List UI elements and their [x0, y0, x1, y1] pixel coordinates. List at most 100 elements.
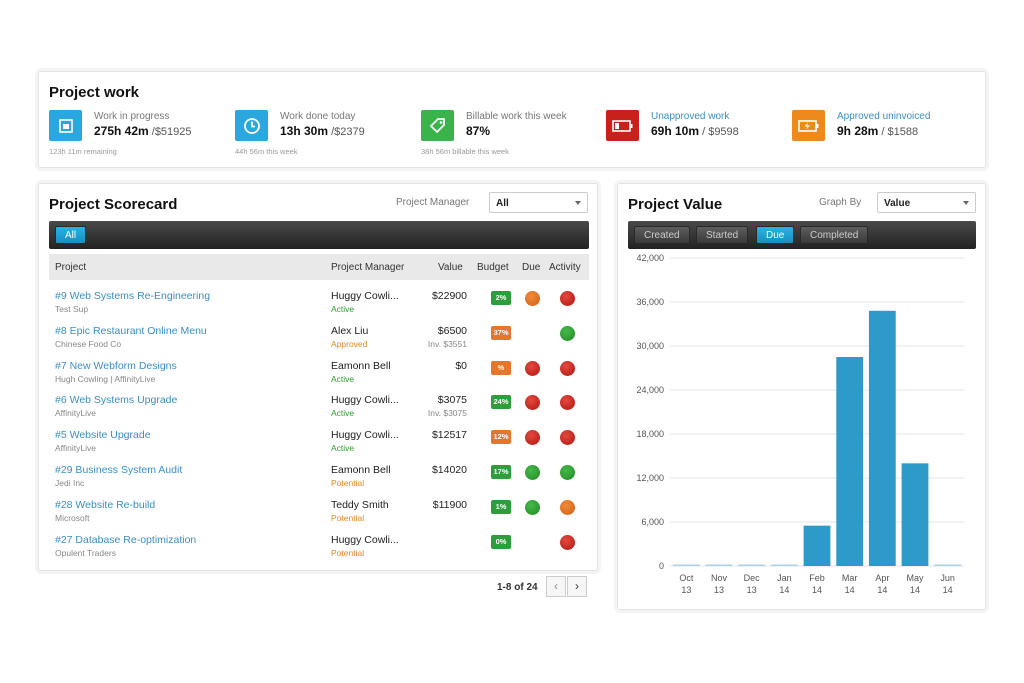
x-tick-label: 14 [910, 585, 920, 595]
metric-work-done-today: Work done today 13h 30m /$2379 44h 56m thi… [235, 110, 415, 160]
table-row: #27 Database Re-optimization Opulent Trad… [49, 532, 589, 567]
header-budget[interactable]: Budget [477, 262, 509, 273]
y-tick-label: 42,000 [636, 253, 664, 263]
y-tick-label: 6,000 [641, 517, 664, 527]
project-link[interactable]: #28 Website Re-build [55, 499, 155, 511]
metric-value: 9h 28m / $1588 [837, 124, 919, 138]
project-link[interactable]: #8 Epic Restaurant Online Menu [55, 325, 207, 337]
project-manager-name: Huggy Cowli... [331, 533, 399, 546]
project-status: Active [331, 408, 355, 419]
project-client: AffinityLive [55, 408, 96, 419]
project-value-chart: 0 6,000 12,000 18,000 24,000 30,000 36,000 42,0… [636, 253, 964, 595]
activity-indicator-icon [560, 360, 575, 376]
project-client: Hugh Cowling | AffinityLive [55, 373, 156, 384]
chart-bar[interactable] [868, 310, 896, 566]
project-value: $14020 [431, 464, 467, 476]
project-client: Chinese Food Co [55, 338, 122, 349]
project-link[interactable]: #29 Business System Audit [55, 464, 182, 476]
graph-by-label: Graph By [819, 197, 862, 208]
filter-tab-all[interactable]: All [55, 226, 87, 244]
project-work-panel: Project work Work in progress 275h 42m /$… [38, 71, 986, 168]
project-link[interactable]: #5 Website Upgrade [55, 429, 151, 441]
chart-bar[interactable] [705, 564, 733, 567]
activity-indicator-icon [560, 395, 575, 411]
budget-badge: 24% [491, 395, 511, 410]
project-work-title: Project work [49, 84, 140, 101]
pagination-prev-button[interactable]: ‹ [546, 576, 566, 597]
scorecard-table-header: Project Project Manager Value Budget Due… [49, 254, 589, 280]
project-manager-select[interactable]: All [489, 192, 588, 213]
metric-label[interactable]: Unapproved work [651, 111, 729, 122]
project-link[interactable]: #7 New Webform Designs [55, 360, 177, 372]
table-row: #28 Website Re-build Microsoft Teddy Smith… [49, 497, 589, 532]
scorecard-filter-bar: All [49, 221, 589, 249]
chart-bar[interactable] [836, 357, 864, 566]
metric-label[interactable]: Approved uninvoiced [837, 111, 930, 122]
graph-tab-created[interactable]: Created [634, 226, 690, 244]
budget-badge: 2% [491, 291, 511, 305]
chart-bar[interactable] [803, 525, 831, 566]
header-project-manager[interactable]: Project Manager [331, 262, 404, 273]
metric-value: 13h 30m /$2379 [280, 124, 365, 138]
project-manager-select-value: All [496, 198, 509, 209]
chart-bar[interactable] [934, 564, 962, 567]
project-manager-name: Huggy Cowli... [331, 394, 399, 407]
x-tick-label: Feb [809, 573, 825, 583]
calendar-icon [49, 110, 82, 141]
graph-tab-started[interactable]: Started [696, 226, 749, 244]
activity-indicator-icon [560, 499, 575, 515]
header-due[interactable]: Due [522, 262, 540, 273]
chart-bar[interactable] [901, 463, 929, 566]
project-value: $22900 [431, 290, 467, 302]
project-status: Potential [331, 478, 365, 488]
y-tick-label: 24,000 [636, 385, 664, 395]
project-invoiced: Inv. $3075 [427, 408, 467, 419]
chart-bar[interactable] [770, 564, 798, 567]
metric-value: 275h 42m /$51925 [94, 124, 192, 138]
due-indicator-icon [525, 291, 540, 306]
project-link[interactable]: #6 Web Systems Upgrade [55, 394, 177, 406]
project-manager-name: Huggy Cowli... [331, 429, 399, 442]
header-activity[interactable]: Activity [549, 262, 581, 273]
project-scorecard-panel: Project Scorecard Project Manager All Al… [38, 183, 598, 571]
y-tick-label: 30,000 [636, 341, 664, 351]
project-link[interactable]: #9 Web Systems Re-Engineering [55, 290, 210, 302]
project-link[interactable]: #27 Database Re-optimization [55, 534, 196, 546]
pagination-next-button[interactable]: › [567, 576, 587, 597]
table-row: #7 New Webform Designs Hugh Cowling | Aff… [49, 358, 589, 393]
x-tick-label: 14 [845, 585, 855, 595]
table-row: #5 Website Upgrade AffinityLive Huggy Cowl… [49, 427, 589, 462]
graph-tab-due[interactable]: Due [756, 226, 795, 244]
header-project[interactable]: Project [55, 262, 86, 273]
x-tick-label: 13 [681, 585, 691, 595]
project-value: $6500 [437, 324, 467, 337]
metric-value: 69h 10m / $9598 [651, 124, 739, 138]
metric-subtext: 44h 56m this week [235, 147, 298, 156]
x-tick-label: 14 [779, 585, 789, 595]
metric-value: 87% [466, 124, 491, 138]
budget-badge: 12% [491, 430, 511, 445]
metric-unapproved-work: Unapproved work 69h 10m / $9598 [606, 110, 786, 160]
chart-bar[interactable] [738, 564, 766, 567]
due-indicator-icon [525, 395, 540, 411]
due-indicator-icon [525, 430, 540, 446]
activity-indicator-icon [560, 534, 575, 550]
table-row: #8 Epic Restaurant Online Menu Chinese Fo… [49, 323, 589, 358]
graph-tab-completed[interactable]: Completed [800, 226, 869, 244]
project-value: $3075 [437, 394, 467, 407]
chart-bar[interactable] [672, 564, 700, 567]
x-tick-label: May [906, 573, 924, 583]
project-status: Approved [331, 338, 368, 349]
project-client: Jedi Inc [55, 478, 85, 488]
budget-badge: 1% [491, 499, 511, 514]
metric-label: Work done today [280, 111, 356, 122]
activity-indicator-icon [560, 291, 575, 306]
project-client: Microsoft [55, 512, 90, 523]
x-tick-label: Apr [875, 573, 889, 583]
due-indicator-icon [525, 465, 540, 480]
table-row: #9 Web Systems Re-Engineering Test Sup Hug… [49, 288, 589, 323]
y-tick-label: 0 [659, 561, 664, 571]
graph-by-select[interactable]: Value [877, 192, 976, 213]
project-manager-name: Eamonn Bell [331, 359, 391, 372]
header-value[interactable]: Value [438, 262, 463, 273]
